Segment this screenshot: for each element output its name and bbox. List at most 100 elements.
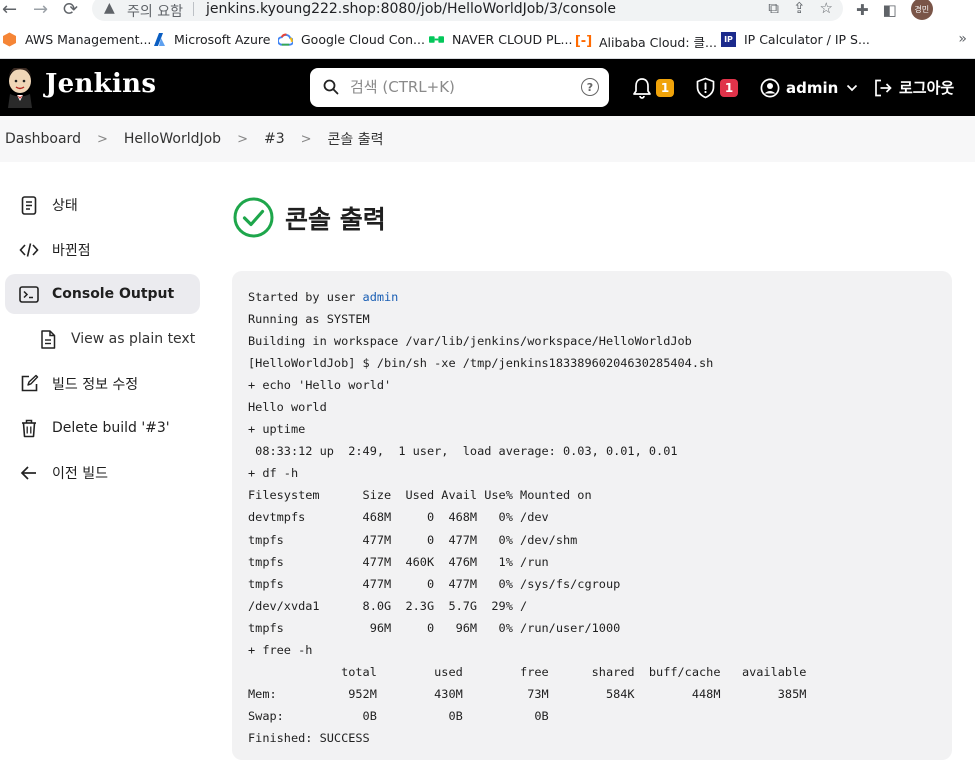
bookmark-ip-calculator[interactable]: IP IP Calculator / IP S... <box>721 32 870 47</box>
breadcrumb-build[interactable]: #3 <box>264 131 285 147</box>
alibaba-icon: [-] <box>574 34 593 49</box>
console-started-prefix: Started by user <box>248 290 363 304</box>
bell-icon <box>633 77 651 99</box>
page-title: 콘솔 출력 <box>285 204 386 234</box>
sidebar: 상태 바뀐점 Console Output View as plain text… <box>5 185 200 498</box>
forward-arrow-icon[interactable]: → <box>33 0 48 20</box>
bookmark-label: Microsoft Azure <box>174 32 271 47</box>
username: admin <box>786 78 839 97</box>
sidebar-item-label: 빌드 정보 수정 <box>52 376 139 393</box>
sidebar-item-label: 이전 빌드 <box>52 466 108 483</box>
extensions-puzzle-icon[interactable]: ✚ <box>856 1 869 19</box>
reload-icon[interactable]: ⟳ <box>63 0 78 20</box>
bookmark-google-cloud[interactable]: Google Cloud Con... <box>278 32 425 47</box>
console-line: Hello world <box>248 400 327 415</box>
search-input[interactable] <box>350 74 570 100</box>
page-header: 콘솔 출력 <box>233 197 386 238</box>
app-title[interactable]: Jenkins <box>45 69 156 99</box>
search-help-icon[interactable]: ? <box>581 78 599 96</box>
warning-triangle-icon[interactable]: ▲ <box>104 0 115 16</box>
naver-cloud-icon <box>429 32 444 47</box>
breadcrumb-current[interactable]: 콘솔 출력 <box>328 129 384 149</box>
bookmark-star-icon[interactable]: ☆ <box>820 0 833 17</box>
notifications-button[interactable]: 1 <box>632 59 674 116</box>
security-alerts-button[interactable]: 1 <box>695 59 738 116</box>
azure-icon <box>151 32 166 47</box>
code-changes-icon <box>19 240 39 260</box>
profile-avatar[interactable]: 경민 <box>910 0 933 20</box>
security-status[interactable]: 주의 요함 <box>127 1 183 21</box>
back-arrow-icon[interactable]: ← <box>2 0 17 20</box>
notifications-badge: 1 <box>656 78 674 97</box>
console-line: Mem: 952M 430M 73M 584K 448M 385M <box>248 686 807 701</box>
plain-text-document-icon <box>38 329 58 349</box>
bookmark-label: Alibaba Cloud: 클... <box>599 35 717 50</box>
sidebar-item-changes[interactable]: 바뀐점 <box>5 230 200 270</box>
bookmarks-bar: AWS Management... Microsoft Azure Google… <box>0 21 975 59</box>
terminal-icon <box>19 284 39 304</box>
logout-button[interactable]: 로그아웃 <box>873 59 954 116</box>
sidebar-item-delete-build[interactable]: Delete build '#3' <box>5 408 200 448</box>
shield-icon <box>696 77 715 98</box>
console-line: + free -h <box>248 642 313 657</box>
sidebar-item-previous-build[interactable]: 이전 빌드 <box>5 453 200 493</box>
console-line: /dev/xvda1 8.0G 2.3G 5.7G 29% / <box>248 598 528 613</box>
console-line: devtmpfs 468M 0 468M 0% /dev <box>248 510 549 525</box>
trash-icon <box>19 418 39 438</box>
bookmark-label: NAVER CLOUD PL... <box>452 32 573 47</box>
console-output[interactable]: Started by user admin Running as SYSTEM Bu… <box>232 271 952 760</box>
address-bar[interactable]: ▲ 주의 요함 jenkins.kyoung222.shop:8080/job/… <box>92 0 843 21</box>
console-line: tmpfs 96M 0 96M 0% /run/user/1000 <box>248 620 621 635</box>
user-menu[interactable]: admin <box>760 59 858 116</box>
arrow-left-icon <box>19 463 39 483</box>
address-bar-actions: ⧉ ⇪ ☆ <box>768 0 833 17</box>
sidebar-item-label: Delete build '#3' <box>52 420 170 437</box>
console-line: tmpfs 477M 0 477M 0% /dev/shm <box>248 532 578 547</box>
logout-label: 로그아웃 <box>899 79 955 97</box>
url-text[interactable]: jenkins.kyoung222.shop:8080/job/HelloWor… <box>206 1 616 17</box>
breadcrumb-separator-icon: > <box>96 131 108 147</box>
bookmark-azure[interactable]: Microsoft Azure <box>151 32 270 47</box>
sidebar-item-label: 바뀐점 <box>52 242 91 259</box>
console-line: tmpfs 477M 0 477M 0% /sys/fs/cgroup <box>248 576 621 591</box>
sidebar-item-label: 상태 <box>52 198 78 214</box>
jenkins-header: Jenkins ? 1 1 admin <box>0 59 975 116</box>
console-line: total used free shared buff/cache availa… <box>248 664 807 679</box>
console-line: + uptime <box>248 422 306 437</box>
console-user-link[interactable]: admin <box>363 290 399 304</box>
bookmark-label: AWS Management... <box>25 32 152 47</box>
side-panel-icon[interactable]: ◧ <box>883 1 897 19</box>
console-line: 08:33:12 up 2:49, 1 user, load average: … <box>248 444 678 459</box>
bookmarks-overflow-icon[interactable]: » <box>958 31 967 47</box>
bookmark-label: Google Cloud Con... <box>301 32 425 47</box>
bookmark-label: IP Calculator / IP S... <box>744 32 870 47</box>
logout-icon <box>875 79 892 96</box>
breadcrumb-job[interactable]: HelloWorldJob <box>124 131 221 147</box>
sidebar-item-label: View as plain text <box>71 331 196 348</box>
console-line: tmpfs 477M 460K 476M 1% /run <box>248 554 549 569</box>
console-line: Swap: 0B 0B 0B <box>248 708 549 723</box>
sidebar-item-console-output[interactable]: Console Output <box>5 274 200 315</box>
bookmark-naver-cloud[interactable]: NAVER CLOUD PL... <box>429 32 572 47</box>
status-document-icon <box>19 195 39 215</box>
sidebar-item-label: Console Output <box>52 286 175 303</box>
breadcrumb: Dashboard > HelloWorldJob > #3 > 콘솔 출력 <box>0 116 975 162</box>
translate-icon[interactable]: ⧉ <box>768 0 779 17</box>
jenkins-butler-logo-icon[interactable] <box>4 68 36 108</box>
bookmark-aws[interactable]: AWS Management... <box>2 32 151 47</box>
search-box[interactable]: ? <box>310 68 609 107</box>
sidebar-item-plain-text[interactable]: View as plain text <box>5 319 200 359</box>
console-line: + echo 'Hello world' <box>248 378 392 393</box>
console-line: Filesystem Size Used Avail Use% Mounted … <box>248 488 592 503</box>
aws-cube-icon <box>2 32 17 47</box>
console-line: + df -h <box>248 466 299 481</box>
sidebar-item-status[interactable]: 상태 <box>5 185 200 225</box>
browser-actions: ✚ ◧ 경민 <box>856 0 933 20</box>
breadcrumb-dashboard[interactable]: Dashboard <box>5 131 81 147</box>
console-line: Building in workspace /var/lib/jenkins/w… <box>248 334 692 349</box>
google-cloud-icon <box>278 32 293 47</box>
share-icon[interactable]: ⇪ <box>793 0 806 17</box>
sidebar-item-edit-build-info[interactable]: 빌드 정보 수정 <box>5 364 200 404</box>
ip-calculator-icon: IP <box>721 32 736 47</box>
bookmark-alibaba-cloud[interactable]: [-] Alibaba Cloud: 클... <box>574 32 717 51</box>
